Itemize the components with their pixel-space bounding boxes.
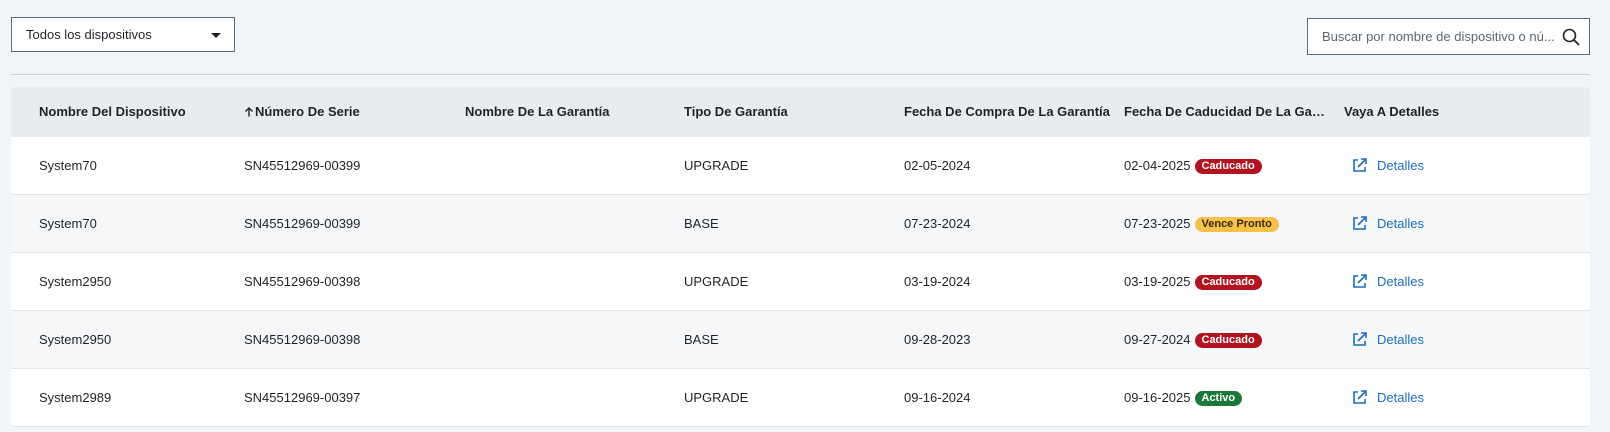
- column-header-device[interactable]: Nombre Del Dispositivo: [39, 87, 186, 137]
- details-link[interactable]: Detalles: [1351, 253, 1424, 310]
- table-header: Nombre Del Dispositivo Número De Serie N…: [11, 87, 1590, 137]
- expiry-cell: 02-04-2025 Caducado: [1124, 137, 1329, 194]
- serial-number: SN45512969-00399: [244, 216, 361, 231]
- details-link-label: Detalles: [1377, 390, 1424, 405]
- device-name: System2950: [39, 274, 112, 289]
- table-row: System2950 SN45512969-00398 BASE 09-28-2…: [11, 311, 1590, 369]
- expiry-cell: 09-16-2025 Activo: [1124, 369, 1329, 426]
- details-link[interactable]: Detalles: [1351, 137, 1424, 194]
- expiry-cell: 03-19-2025 Caducado: [1124, 253, 1329, 310]
- column-header-details: Vaya A Detalles: [1344, 104, 1440, 119]
- external-link-icon: [1353, 274, 1367, 288]
- search-icon[interactable]: [1562, 28, 1580, 46]
- external-link-icon: [1353, 216, 1367, 230]
- chevron-down-icon: [211, 33, 221, 38]
- external-link-icon: [1353, 158, 1367, 172]
- status-badge: Activo: [1194, 391, 1243, 406]
- table-row: System70 SN45512969-00399 BASE 07-23-202…: [11, 195, 1590, 253]
- column-header-expiry-date[interactable]: Fecha De Caducidad De La Garan...: [1124, 87, 1329, 137]
- table-row: System2989 SN45512969-00397 UPGRADE 09-1…: [11, 369, 1590, 427]
- purchase-date: 03-19-2024: [904, 274, 971, 289]
- purchase-date: 09-28-2023: [904, 332, 971, 347]
- details-link[interactable]: Detalles: [1351, 369, 1424, 426]
- status-badge: Caducado: [1194, 275, 1262, 290]
- warranty-type: UPGRADE: [684, 390, 749, 405]
- serial-number: SN45512969-00398: [244, 332, 361, 347]
- device-name: System70: [39, 158, 97, 173]
- serial-number: SN45512969-00398: [244, 274, 361, 289]
- details-cell: Detalles: [1351, 253, 1424, 310]
- search-box: [1307, 18, 1590, 55]
- table-row: System70 SN45512969-00399 UPGRADE 02-05-…: [11, 137, 1590, 195]
- details-link-label: Detalles: [1377, 274, 1424, 289]
- warranty-type: BASE: [684, 216, 719, 231]
- serial-number: SN45512969-00397: [244, 390, 361, 405]
- details-link[interactable]: Detalles: [1351, 195, 1424, 252]
- expiry-cell: 09-27-2024 Caducado: [1124, 311, 1329, 368]
- expiry-date: 09-27-2024: [1124, 332, 1191, 347]
- expiry-cell: 07-23-2025 Vence Pronto: [1124, 195, 1329, 252]
- details-link-label: Detalles: [1377, 158, 1424, 173]
- device-filter-select[interactable]: Todos los dispositivos: [11, 17, 235, 52]
- column-header-serial[interactable]: Número De Serie: [244, 87, 360, 137]
- status-badge: Caducado: [1194, 159, 1262, 174]
- details-link[interactable]: Detalles: [1351, 311, 1424, 368]
- expiry-date: 07-23-2025: [1124, 216, 1191, 231]
- warranty-table: Nombre Del Dispositivo Número De Serie N…: [11, 87, 1590, 427]
- details-cell: Detalles: [1351, 137, 1424, 194]
- warranty-type: BASE: [684, 332, 719, 347]
- warranty-type: UPGRADE: [684, 274, 749, 289]
- divider: [11, 74, 1590, 75]
- purchase-date: 02-05-2024: [904, 158, 971, 173]
- warranty-type: UPGRADE: [684, 158, 749, 173]
- column-header-warranty-name[interactable]: Nombre De La Garantía: [465, 87, 610, 137]
- table-row: System2950 SN45512969-00398 UPGRADE 03-1…: [11, 253, 1590, 311]
- device-filter-value: Todos los dispositivos: [26, 27, 152, 42]
- details-cell: Detalles: [1351, 369, 1424, 426]
- purchase-date: 07-23-2024: [904, 216, 971, 231]
- arrow-up-icon: [245, 107, 253, 117]
- external-link-icon: [1353, 390, 1367, 404]
- device-name: System2989: [39, 390, 112, 405]
- serial-number: SN45512969-00399: [244, 158, 361, 173]
- toolbar: Todos los dispositivos: [11, 17, 1590, 55]
- column-header-serial-label: Número De Serie: [255, 104, 360, 119]
- details-link-label: Detalles: [1377, 332, 1424, 347]
- expiry-date: 09-16-2025: [1124, 390, 1191, 405]
- details-cell: Detalles: [1351, 311, 1424, 368]
- details-cell: Detalles: [1351, 195, 1424, 252]
- expiry-date: 03-19-2025: [1124, 274, 1191, 289]
- external-link-icon: [1353, 332, 1367, 346]
- purchase-date: 09-16-2024: [904, 390, 971, 405]
- column-header-purchase-date[interactable]: Fecha De Compra De La Garantía: [904, 87, 1110, 137]
- device-name: System2950: [39, 332, 112, 347]
- status-badge: Caducado: [1194, 333, 1262, 348]
- device-name: System70: [39, 216, 97, 231]
- column-header-warranty-type[interactable]: Tipo De Garantía: [684, 87, 788, 137]
- search-input[interactable]: [1308, 19, 1556, 54]
- details-link-label: Detalles: [1377, 216, 1424, 231]
- status-badge: Vence Pronto: [1194, 217, 1279, 232]
- expiry-date: 02-04-2025: [1124, 158, 1191, 173]
